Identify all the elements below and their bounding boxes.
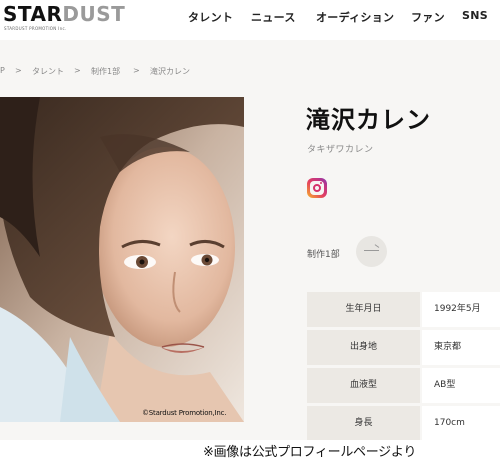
talent-name-kana: タキザワカレン [307, 145, 374, 155]
logo-wordmark: STARDUST [3, 2, 125, 26]
nav-news[interactable]: ニュース [251, 9, 296, 25]
profile-row-label: 身長 [307, 406, 420, 441]
breadcrumb-separator: > [15, 66, 22, 75]
profile-row-value: 170cm [422, 406, 500, 441]
profile-row-blood-type: 血液型 AB型 [307, 368, 500, 404]
logo-subtitle: STARDUST PROMOTION Inc. [4, 26, 67, 31]
site-header: STARDUST STARDUST PROMOTION Inc. タレント ニュ… [0, 0, 500, 40]
profile-row-label: 出身地 [307, 330, 420, 365]
profile-row-label: 生年月日 [307, 292, 420, 327]
profile-row-birthplace: 出身地 東京都 [307, 330, 500, 366]
nav-audition[interactable]: オーディション [316, 9, 394, 25]
profile-row-birthday: 生年月日 1992年5月 [307, 292, 500, 328]
breadcrumb-talent[interactable]: タレント [32, 66, 64, 77]
profile-row-height: 身長 170cm [307, 406, 500, 442]
portrait-illustration [0, 97, 244, 422]
breadcrumb-department[interactable]: 制作1部 [91, 66, 120, 77]
instagram-icon[interactable] [307, 178, 327, 198]
profile-row-value: 東京都 [422, 330, 500, 365]
nav-talent[interactable]: タレント [188, 9, 233, 25]
profile-row-value: AB型 [422, 368, 500, 403]
profile-row-label: 血液型 [307, 368, 420, 403]
breadcrumb-separator: > [133, 66, 140, 75]
breadcrumb-current: 滝沢カレン [150, 67, 190, 76]
profile-photo [0, 97, 244, 422]
department-label[interactable]: 制作1部 [307, 247, 340, 260]
logo-wordmark-dust: DUST [62, 2, 126, 26]
stardust-logo[interactable]: STARDUST STARDUST PROMOTION Inc. [3, 2, 133, 32]
image-source-caption: ※画像は公式プロフィールページより [203, 445, 417, 460]
instagram-icon-lens [313, 184, 321, 192]
department-link-button[interactable] [356, 236, 387, 267]
breadcrumb-separator: > [74, 66, 81, 75]
breadcrumb-top[interactable]: P [0, 66, 5, 75]
instagram-icon-dot [320, 182, 322, 184]
arrow-right-icon [364, 250, 379, 251]
logo-wordmark-star: STAR [3, 2, 63, 26]
profile-row-value: 1992年5月 [422, 292, 500, 327]
nav-fan[interactable]: ファン [411, 9, 445, 25]
nav-sns[interactable]: SNS [462, 9, 488, 25]
talent-name: 滝沢カレン [306, 106, 431, 134]
photo-credit: ©Stardust Promotion,Inc. [142, 409, 227, 417]
